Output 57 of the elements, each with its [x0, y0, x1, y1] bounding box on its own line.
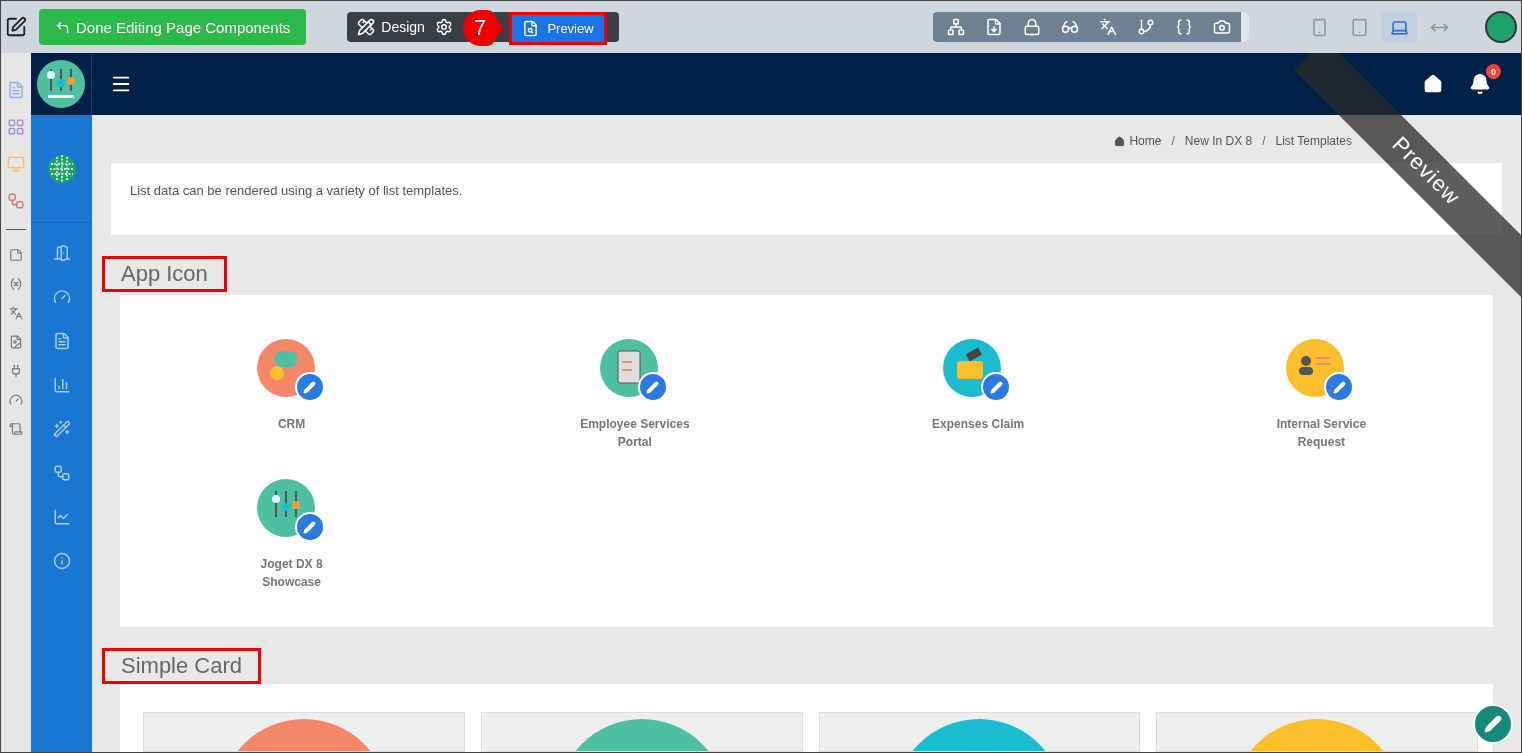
breadcrumb-link[interactable]: New In DX 8 [1184, 134, 1253, 149]
breadcrumb-separator: / [1262, 134, 1266, 149]
scroll-icon[interactable] [9, 421, 23, 436]
app-tile[interactable]: CRM [120, 339, 464, 452]
section-title: Simple Card [102, 648, 262, 684]
globe-logo-icon [46, 153, 77, 184]
preview-button[interactable]: Preview [509, 12, 607, 45]
app-tile[interactable]: Employee Services Portal [463, 339, 807, 452]
laptop-icon[interactable] [1381, 12, 1417, 42]
variable-icon[interactable] [9, 276, 23, 291]
breadcrumb-separator: / [1171, 134, 1175, 149]
file-icon[interactable] [9, 334, 23, 349]
pencil-icon [303, 380, 317, 394]
simple-card[interactable] [143, 712, 465, 752]
design-button[interactable]: Design [357, 18, 425, 36]
process-icon[interactable] [7, 191, 25, 210]
gauge-icon[interactable] [9, 392, 23, 407]
notification-badge: 0 [1486, 64, 1501, 79]
person-glyph-icon [1299, 356, 1331, 376]
document-search-icon [522, 20, 540, 37]
app-name: Employee Services Portal [579, 416, 691, 452]
list-icon[interactable] [7, 117, 25, 136]
app-name: Joget DX 8 Showcase [259, 556, 324, 592]
sliders-glyph-icon [271, 491, 300, 518]
settings-icon[interactable] [434, 18, 453, 36]
return-arrow-icon [55, 19, 70, 35]
app-name: CRM [276, 416, 307, 434]
pencil-ruler-icon [357, 18, 376, 36]
app-tile[interactable]: Internal Service Request [1149, 339, 1493, 452]
home-icon [1114, 135, 1126, 147]
edit-icon[interactable] [5, 16, 27, 38]
app-tile[interactable]: Expenses Claim [806, 339, 1150, 452]
wallet-glyph-icon [957, 347, 984, 380]
app-name: Internal Service Request [1275, 416, 1368, 452]
translate-icon[interactable] [9, 305, 23, 320]
pencil-icon [646, 380, 660, 394]
pencil-icon [1332, 380, 1346, 394]
pencil-icon [989, 380, 1003, 394]
intro-text: List data can be rendered using a variety of list templates. [130, 182, 463, 198]
plugin-icon[interactable] [9, 363, 23, 378]
pencil-icon [303, 520, 317, 534]
breadcrumb-link[interactable]: List Templates [1275, 134, 1352, 149]
pencil-icon [1484, 715, 1502, 733]
simple-card[interactable] [480, 712, 803, 752]
avatar[interactable] [1485, 11, 1517, 43]
home-icon[interactable] [1423, 74, 1443, 94]
section-title: App Icon [102, 256, 227, 293]
bell-icon[interactable] [1469, 73, 1491, 95]
simple-card[interactable] [818, 712, 1141, 752]
app-tile[interactable]: Joget DX 8 Showcase [120, 479, 464, 592]
app-name: Expenses Claim [931, 416, 1026, 434]
breadcrumb-link[interactable]: Home [1114, 134, 1162, 149]
note-icon[interactable] [9, 247, 23, 262]
clipboard-glyph-icon [617, 350, 641, 384]
chat-glyph-icon [269, 351, 297, 381]
done-editing-button[interactable]: Done Editing Page Components [39, 9, 307, 45]
logo-drawing [36, 59, 86, 109]
